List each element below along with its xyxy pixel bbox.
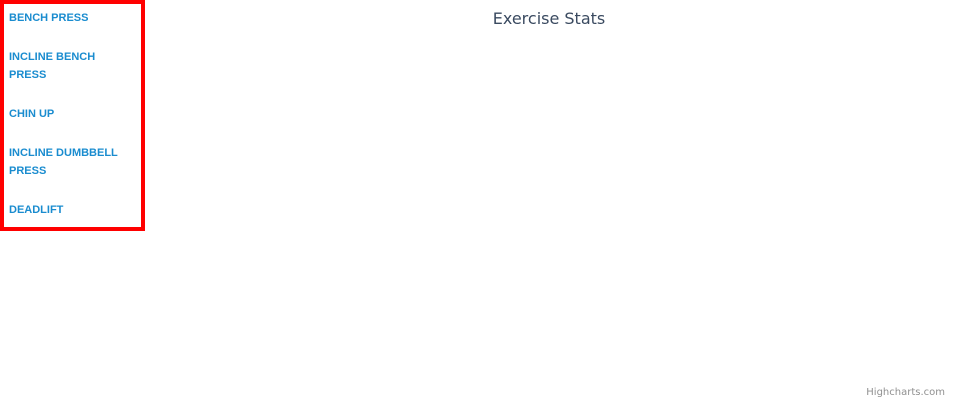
exercise-list-item: DEADLIFT bbox=[9, 201, 136, 219]
exercise-link-chin-up[interactable]: CHIN UP bbox=[9, 105, 131, 123]
exercise-list: BENCH PRESS INCLINE BENCH PRESS CHIN UP … bbox=[4, 4, 141, 219]
exercise-list-item: INCLINE BENCH PRESS bbox=[9, 48, 136, 84]
chart-title: Exercise Stats bbox=[492, 9, 606, 28]
exercise-sidebar: BENCH PRESS INCLINE BENCH PRESS CHIN UP … bbox=[0, 0, 145, 231]
exercise-list-item: BENCH PRESS bbox=[9, 9, 136, 27]
exercise-link-bench-press[interactable]: BENCH PRESS bbox=[9, 9, 131, 27]
exercise-link-deadlift[interactable]: DEADLIFT bbox=[9, 201, 131, 219]
exercise-list-item: CHIN UP bbox=[9, 105, 136, 123]
chart-container: Exercise Stats Highcharts.com bbox=[145, 0, 953, 408]
exercise-list-item: INCLINE DUMBBELL PRESS bbox=[9, 144, 136, 180]
exercise-link-incline-dumbbell-press[interactable]: INCLINE DUMBBELL PRESS bbox=[9, 144, 131, 180]
exercise-link-incline-bench-press[interactable]: INCLINE BENCH PRESS bbox=[9, 48, 131, 84]
chart-credits-link[interactable]: Highcharts.com bbox=[866, 387, 945, 398]
